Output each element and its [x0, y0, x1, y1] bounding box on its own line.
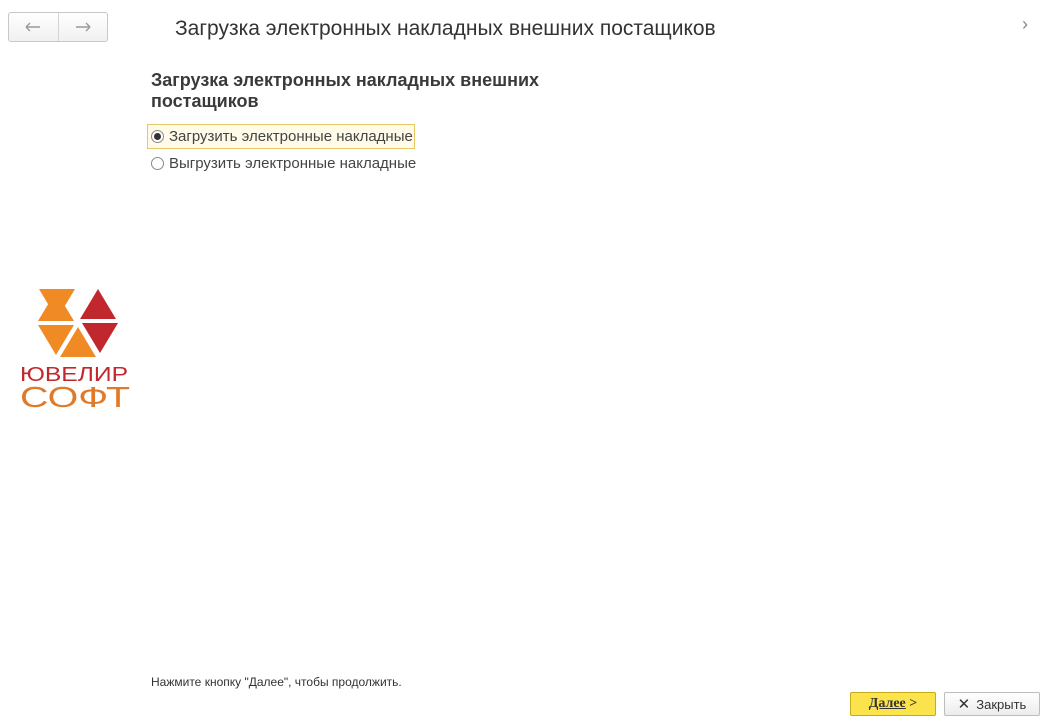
radio-focus-frame: Загрузить электронные накладные [147, 123, 415, 149]
navigation-buttons [8, 12, 108, 42]
radio-button-checked[interactable] [151, 129, 164, 143]
radio-button-unchecked[interactable] [151, 156, 164, 170]
close-button-label: Закрыть [976, 696, 1027, 712]
mode-radio-group: Загрузить электронные накладные Выгрузит… [147, 123, 417, 179]
hint-text: Нажмите кнопку "Далее", чтобы продолжить… [151, 675, 402, 689]
company-logo: ЮВЕЛИР СОФТ [20, 277, 132, 414]
form-heading: Загрузка электронных накладных внешних п… [151, 70, 540, 111]
forward-button[interactable] [57, 13, 108, 41]
arrow-left-icon [25, 22, 41, 32]
window-title: Загрузка электронных накладных внешних п… [175, 17, 716, 40]
radio-frame: Выгрузить электронные накладные [148, 151, 417, 176]
next-button[interactable]: Далее > [850, 692, 936, 716]
arrow-right-icon [75, 22, 91, 32]
next-arrow-icon: > [909, 696, 918, 711]
next-button-label: Далее [868, 696, 906, 711]
logo-text-line2: СОФТ [20, 382, 130, 412]
radio-label-unload[interactable]: Выгрузить электронные накладные [169, 155, 416, 172]
radio-option-load[interactable]: Загрузить электронные накладные [147, 123, 417, 149]
radio-option-unload[interactable]: Выгрузить электронные накладные [148, 152, 417, 174]
wizard-window: Загрузка электронных накладных внешних п… [0, 0, 1044, 718]
back-button[interactable] [9, 13, 58, 41]
more-chevron-icon[interactable]: › [1022, 14, 1028, 35]
radio-label-load[interactable]: Загрузить электронные накладные [169, 128, 413, 145]
close-button[interactable]: ✕ Закрыть [944, 692, 1040, 716]
radio-dot [154, 132, 161, 140]
close-icon: ✕ [957, 696, 971, 713]
